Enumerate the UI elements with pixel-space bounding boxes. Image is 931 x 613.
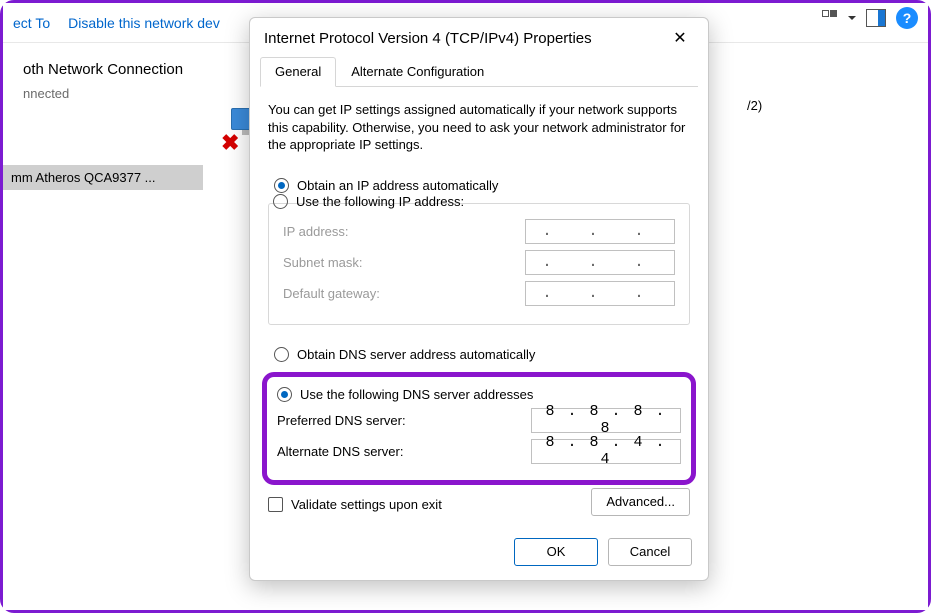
dialog-titlebar: Internet Protocol Version 4 (TCP/IPv4) P… <box>250 18 708 56</box>
view-options-icon[interactable] <box>822 10 838 26</box>
dialog-title: Internet Protocol Version 4 (TCP/IPv4) P… <box>264 30 592 47</box>
cancel-button[interactable]: Cancel <box>608 538 692 566</box>
ip-address-input: . . . <box>525 219 675 244</box>
preferred-dns-label: Preferred DNS server: <box>277 413 406 428</box>
radio-label: Obtain DNS server address automatically <box>297 347 535 362</box>
toolbar-connect-to[interactable]: ect To <box>13 15 50 31</box>
radio-label: Use the following DNS server addresses <box>300 387 533 402</box>
intro-text: You can get IP settings assigned automat… <box>268 101 690 154</box>
disconnected-x-icon: ✖ <box>221 130 239 156</box>
tab-general[interactable]: General <box>260 57 336 87</box>
checkbox-label: Validate settings upon exit <box>291 497 442 512</box>
radio-ip-auto[interactable]: Obtain an IP address automatically <box>274 178 690 193</box>
tab-strip: General Alternate Configuration <box>260 56 698 87</box>
ok-button[interactable]: OK <box>514 538 598 566</box>
ip-fieldset: Use the following IP address: IP address… <box>268 203 690 325</box>
preview-pane-icon[interactable] <box>866 9 886 27</box>
alternate-dns-label: Alternate DNS server: <box>277 444 403 459</box>
checkbox-icon <box>268 497 283 512</box>
alternate-dns-input[interactable]: 8 . 8 . 4 . 4 <box>531 439 681 464</box>
dns-highlight: Use the following DNS server addresses P… <box>262 372 696 485</box>
preferred-dns-input[interactable]: 8 . 8 . 8 . 8 <box>531 408 681 433</box>
toolbar-disable-device[interactable]: Disable this network dev <box>68 15 220 31</box>
default-gateway-input: . . . <box>525 281 675 306</box>
radio-icon <box>274 347 289 362</box>
help-icon[interactable]: ? <box>896 7 918 29</box>
chevron-down-icon[interactable] <box>848 16 856 20</box>
partial-text: /2) <box>747 98 762 113</box>
tab-alternate-configuration[interactable]: Alternate Configuration <box>336 57 499 87</box>
adapter-device-name: mm Atheros QCA9377 ... <box>3 165 203 190</box>
subnet-mask-input: . . . <box>525 250 675 275</box>
radio-dns-auto[interactable]: Obtain DNS server address automatically <box>274 347 690 362</box>
radio-icon <box>273 194 288 209</box>
radio-label: Obtain an IP address automatically <box>297 178 498 193</box>
dialog-footer: OK Cancel <box>250 528 708 580</box>
ipv4-properties-dialog: Internet Protocol Version 4 (TCP/IPv4) P… <box>249 17 709 581</box>
close-icon[interactable]: ✕ <box>666 28 694 48</box>
radio-label: Use the following IP address: <box>296 194 464 209</box>
default-gateway-label: Default gateway: <box>283 286 380 301</box>
radio-dns-manual[interactable]: Use the following DNS server addresses <box>277 387 681 402</box>
subnet-mask-label: Subnet mask: <box>283 255 363 270</box>
ip-address-label: IP address: <box>283 224 349 239</box>
radio-icon <box>277 387 292 402</box>
radio-ip-manual[interactable]: Use the following IP address: <box>273 194 675 209</box>
advanced-button[interactable]: Advanced... <box>591 488 690 516</box>
radio-icon <box>274 178 289 193</box>
connection-item-selected[interactable]: mm Atheros QCA9377 ... <box>3 165 203 190</box>
